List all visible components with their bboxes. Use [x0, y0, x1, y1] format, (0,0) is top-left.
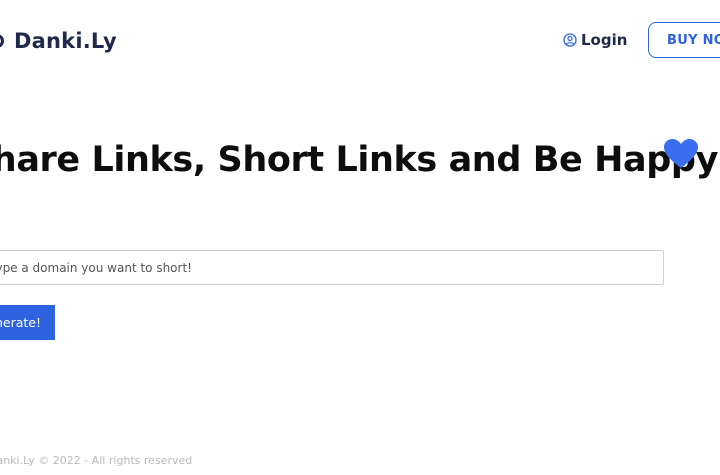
copyright-text: Danki.Ly © 2022 - All rights reserved	[0, 454, 193, 467]
buy-now-label: BUY NOW	[667, 32, 720, 48]
logo-icon	[0, 34, 4, 48]
generate-button[interactable]: Generate!	[0, 305, 55, 340]
buy-now-button[interactable]: BUY NOW	[648, 22, 720, 58]
hero-title: Share Links, Short Links and Be Happy	[0, 140, 718, 180]
generate-label: Generate!	[0, 315, 41, 330]
heart-icon	[664, 139, 698, 168]
user-circle-icon	[563, 33, 577, 47]
url-input[interactable]	[0, 251, 663, 284]
login-link[interactable]: Login	[563, 28, 627, 52]
page: Danki.Ly Login BUY NOW Share Links, Shor…	[0, 0, 720, 475]
brand-name: Danki.Ly	[14, 29, 117, 53]
brand-logo[interactable]: Danki.Ly	[0, 26, 117, 56]
url-input-field[interactable]	[0, 250, 664, 285]
login-label: Login	[581, 31, 628, 49]
